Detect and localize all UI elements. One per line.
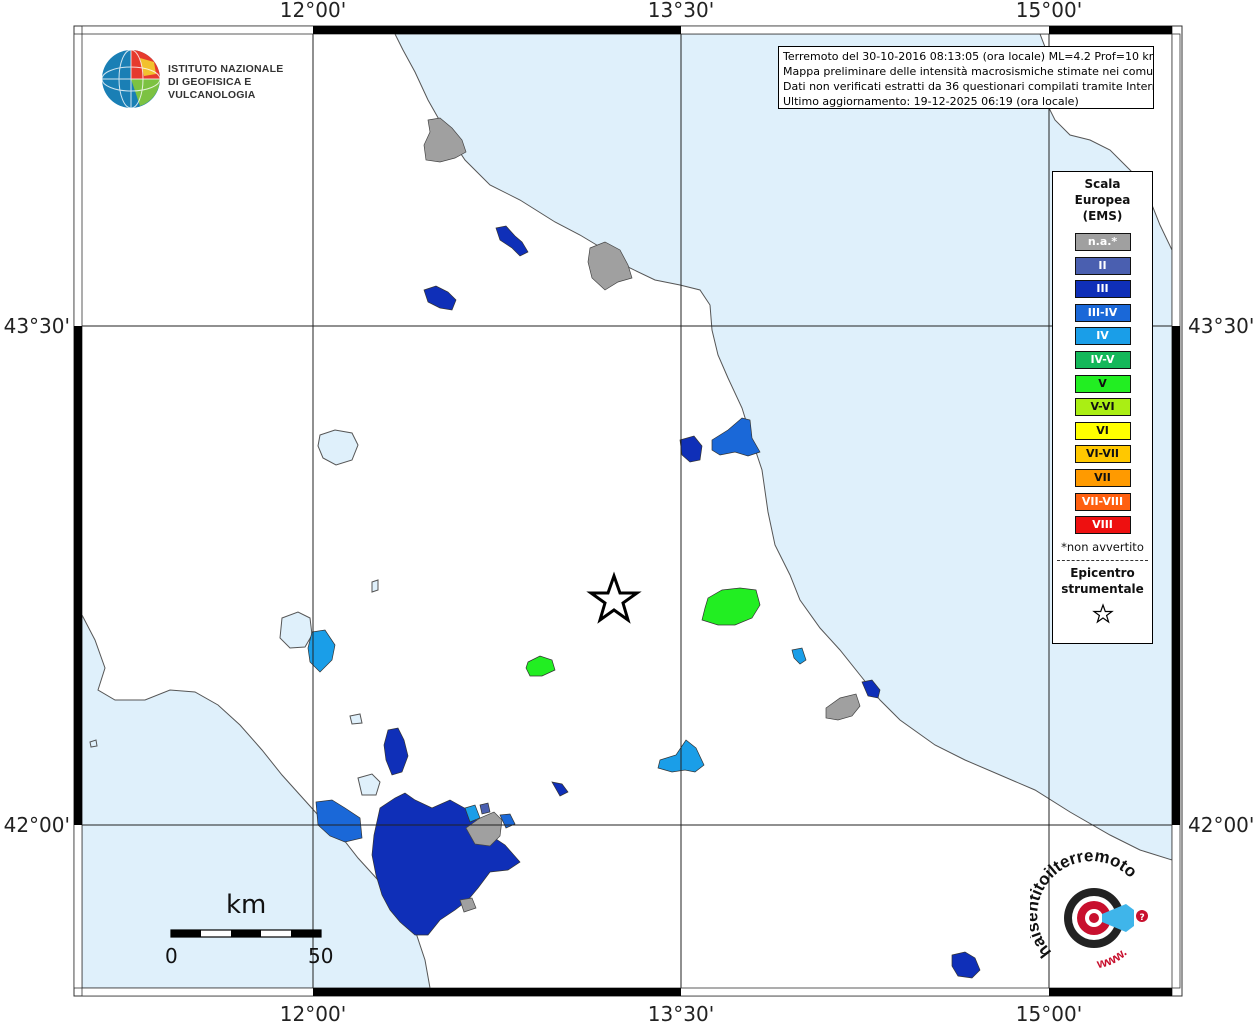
event-info-line: Ultimo aggiornamento: 19-12-2025 06:19 (… xyxy=(783,95,1079,108)
legend-swatch: II xyxy=(1074,256,1131,275)
legend-swatch: VIII xyxy=(1074,516,1131,535)
legend-swatch-list: n.a.* II III III-IV IV IV-V V V-VI VI VI-VII VII VI… xyxy=(1053,233,1152,535)
legend-star-icon xyxy=(1053,602,1152,629)
lon-label-bottom-3: 15°00' xyxy=(1016,1002,1082,1024)
lake-small-3 xyxy=(371,579,379,593)
event-info-line: Dati non verificati estratti da 36 quest… xyxy=(783,80,1154,93)
intensity-area-ii xyxy=(479,802,491,815)
legend-note: *non avvertito xyxy=(1061,539,1144,554)
lat-label-right-2: 42°00' xyxy=(1188,813,1254,837)
svg-text:www.: www. xyxy=(1094,945,1129,972)
legend-swatch: VII xyxy=(1074,468,1131,487)
lat-label-left-1: 43°30' xyxy=(4,314,70,338)
lon-label-top-1: 12°00' xyxy=(280,0,346,22)
ingv-name-line2: DI GEOFISICA E VULCANOLOGIA xyxy=(168,76,256,101)
legend-swatch: VI-VII xyxy=(1074,445,1131,464)
scale-unit: km xyxy=(226,890,267,920)
legend-epicentre-label: Epicentro strumentale xyxy=(1053,565,1152,597)
event-info-line: Mappa preliminare delle intensità macros… xyxy=(783,65,1154,78)
ingv-logo: ISTITUTO NAZIONALE DI GEOFISICA E VULCAN… xyxy=(100,48,340,110)
scale-start-label: 0 xyxy=(165,944,178,968)
legend-swatch: n.a.* xyxy=(1074,233,1131,251)
legend-swatch: III xyxy=(1074,280,1131,299)
ingv-globe-icon xyxy=(101,49,161,109)
legend-swatch: III-IV xyxy=(1074,303,1131,322)
legend-swatch: V xyxy=(1074,374,1131,393)
legend-epicentre-line: strumentale xyxy=(1061,581,1144,596)
svg-text:?: ? xyxy=(1140,913,1145,923)
legend-swatch: VI xyxy=(1074,421,1131,440)
hsit-logo: haisentitoilterremoto.it www. ? xyxy=(1022,833,1160,978)
lon-label-bottom-1: 12°00' xyxy=(280,1002,346,1024)
legend-epicentre-line: Epicentro xyxy=(1070,565,1135,580)
lon-label-bottom-2: 13°30' xyxy=(648,1002,714,1024)
hsit-www-text: www. xyxy=(1094,945,1129,972)
legend-separator xyxy=(1057,559,1148,561)
lake-small-1 xyxy=(349,713,363,725)
ingv-name-line1: ISTITUTO NAZIONALE xyxy=(168,63,284,75)
legend-swatch: IV-V xyxy=(1074,350,1131,369)
lat-label-left-2: 42°00' xyxy=(4,813,70,837)
legend-title-line: (EMS) xyxy=(1082,209,1123,223)
legend-swatch: IV xyxy=(1074,327,1131,346)
ingv-name: ISTITUTO NAZIONALE DI GEOFISICA E VULCAN… xyxy=(168,63,340,102)
event-info-line: Terremoto del 30-10-2016 08:13:05 (ora l… xyxy=(783,50,1154,63)
lon-label-top-2: 13°30' xyxy=(648,0,714,22)
legend-title-line: Europea xyxy=(1074,193,1131,207)
lon-label-top-3: 15°00' xyxy=(1016,0,1082,22)
legend-swatch: V-VI xyxy=(1074,398,1131,417)
lat-label-right-1: 43°30' xyxy=(1188,314,1254,338)
lake-bolsena xyxy=(279,611,313,649)
ems-legend: Scala Europea (EMS) n.a.* II III III-IV IV IV… xyxy=(1052,171,1153,644)
event-info-box: Terremoto del 30-10-2016 08:13:05 (ora l… xyxy=(778,46,1154,109)
scale-bar-graphic xyxy=(170,929,322,938)
scale-bar: km 0 50 xyxy=(160,890,340,980)
legend-swatch: VII-VIII xyxy=(1074,492,1131,511)
scale-end-label: 50 xyxy=(308,944,334,968)
legend-title-line: Scala xyxy=(1084,177,1121,191)
legend-title: Scala Europea (EMS) xyxy=(1053,176,1152,224)
